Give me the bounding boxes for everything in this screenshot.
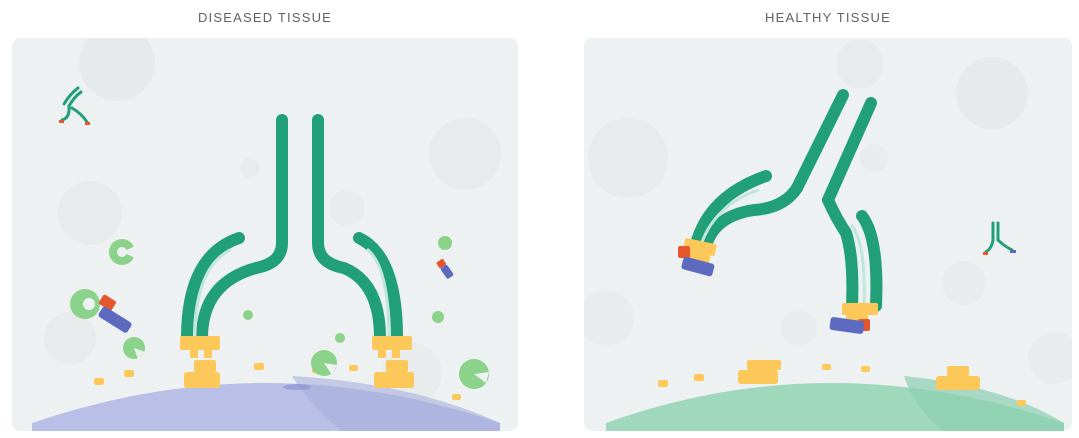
background-cells	[44, 38, 501, 403]
receptor-shadow	[283, 384, 311, 390]
diseased-tissue-title: DISEASED TISSUE	[197, 10, 333, 25]
antibody-binding-sites	[180, 336, 412, 358]
healthy-tissue-title: HEALTHY TISSUE	[765, 10, 891, 25]
antibody-small	[59, 86, 90, 125]
diseased-tissue-diagram	[32, 38, 501, 431]
healthy-tissue-diagram	[584, 40, 1072, 431]
antibody-unbound	[690, 89, 883, 312]
antibody-small	[983, 221, 1016, 255]
antibody-large	[181, 114, 403, 344]
healthy-tissue-panel	[584, 38, 1072, 431]
diseased-tissue-panel	[12, 38, 518, 431]
released-linker-right	[436, 258, 454, 279]
